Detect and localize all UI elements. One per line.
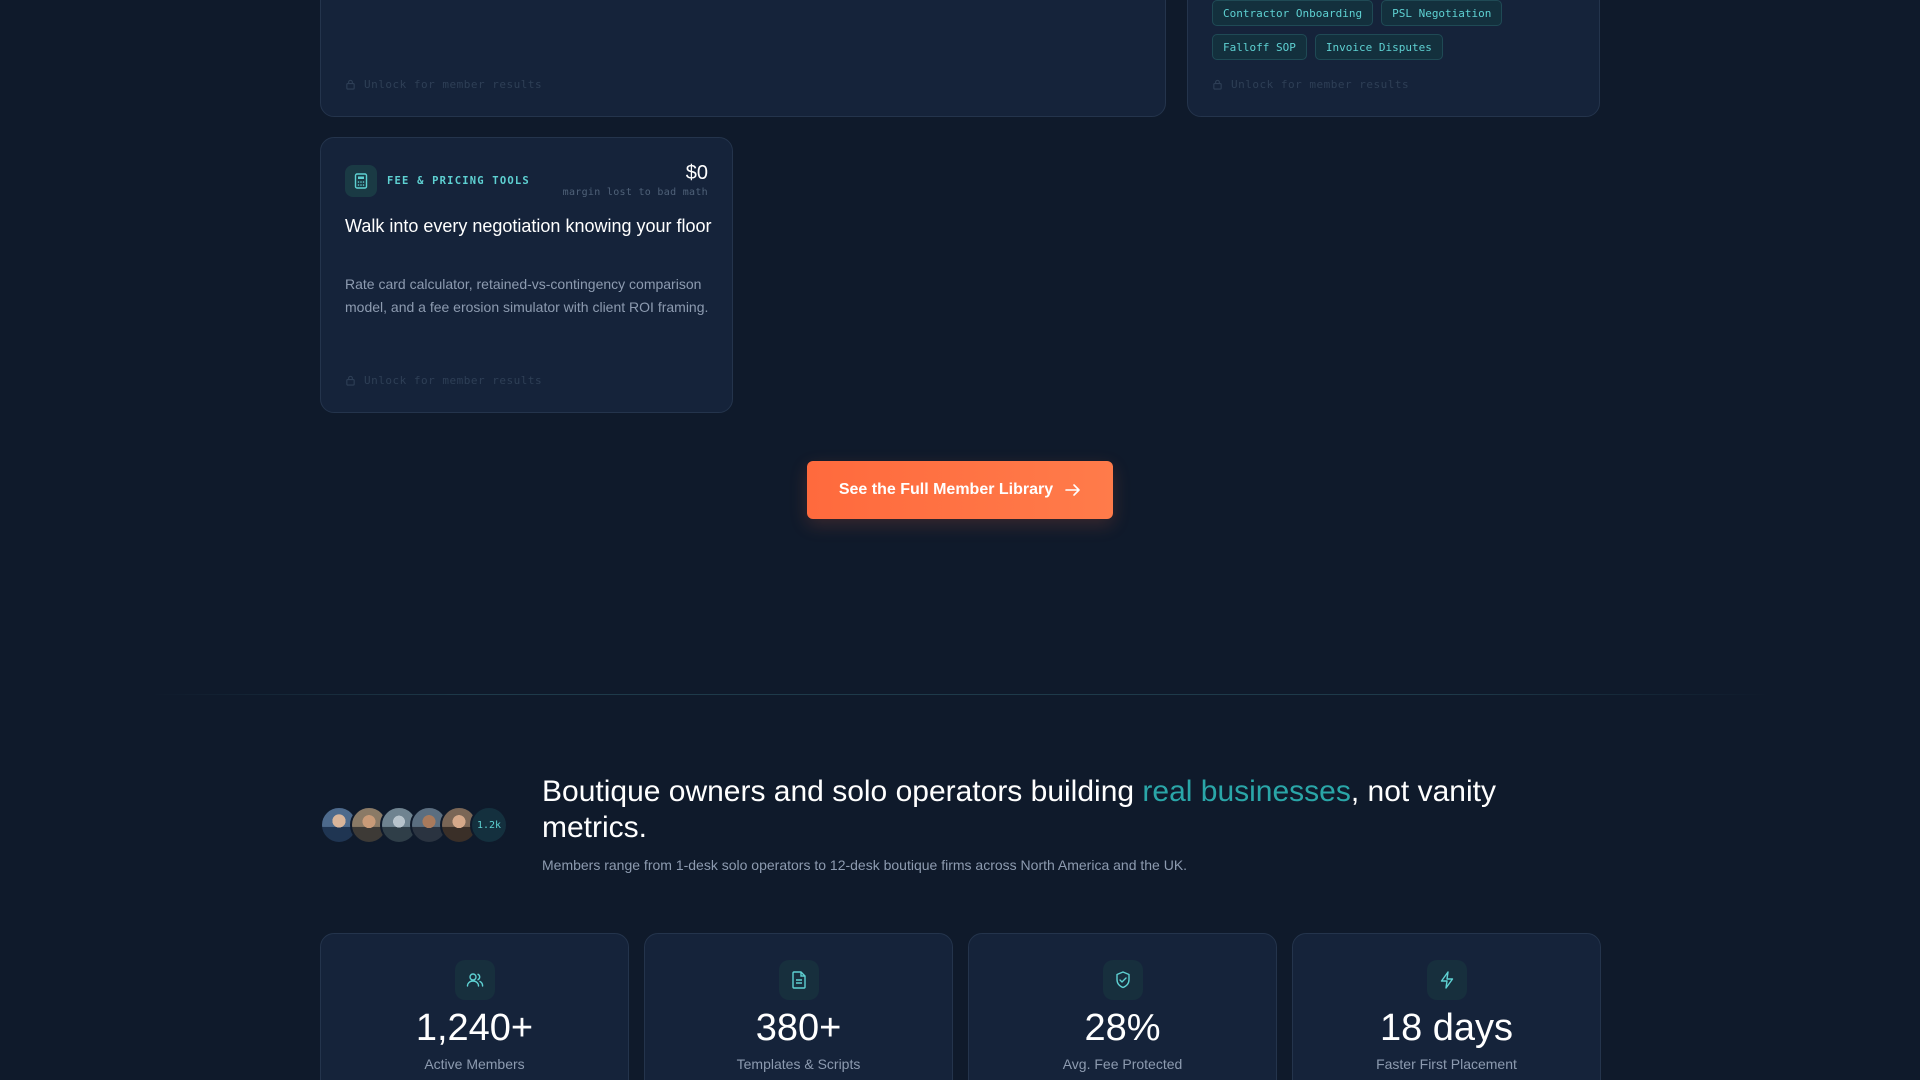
chip-invoice-disputes[interactable]: Invoice Disputes [1314,34,1443,60]
shield-check-icon [1102,960,1143,1000]
arrow-right-icon [1065,484,1080,496]
stat-value: 380+ [755,1007,842,1049]
card-category-label: FEE & PRICING TOOLS [387,175,530,187]
stat-value: 28% [1084,1007,1161,1049]
stat-label: Avg. Fee Protected [1062,1056,1183,1072]
document-icon [778,960,819,1000]
stat-label: Active Members [424,1056,525,1072]
member-count-badge: 1.2k [470,806,508,844]
card-category: FEE & PRICING TOOLS [345,165,530,197]
see-full-library-button[interactable]: See the Full Member Library [807,461,1113,519]
lightning-icon [1426,960,1467,1000]
tool-card-top-left: Unlock for member results [320,0,1166,117]
community-headline: Boutique owners and solo operators build… [542,774,1542,846]
cta-label: See the Full Member Library [838,481,1054,498]
member-avatar-stack: 1.2k [320,806,508,844]
lock-icon [346,79,355,90]
chip-contractor-onboarding[interactable]: Contractor Onboarding [1212,0,1374,26]
card-description: Rate card calculator, retained-vs-contin… [345,276,709,315]
stat-card-templates: 380+ Templates & Scripts [644,933,953,1080]
locked-results-row: Unlock for member results [345,78,542,91]
chip-falloff-sop[interactable]: Falloff SOP [1212,34,1307,60]
headline-text-before: Boutique owners and solo operators build… [542,775,1143,808]
card-title: Walk into every negotiation knowing your… [345,216,712,236]
locked-results-row: Unlock for member results [1212,78,1409,91]
card-stat-value: $0 [685,162,708,184]
tool-card-top-right: Contractor Onboarding PSL Negotiation Fa… [1187,0,1600,117]
chip-psl-negotiation[interactable]: PSL Negotiation [1381,0,1503,26]
stat-card-active-members: 1,240+ Active Members [320,933,629,1080]
lock-icon [346,375,355,386]
tag-chips: Contractor Onboarding PSL Negotiation Fa… [1212,0,1592,60]
stat-label: Faster First Placement [1376,1056,1517,1072]
calculator-icon [345,165,377,197]
headline-accent: real businesses [1142,775,1351,808]
locked-results-text: Unlock for member results [364,78,543,91]
locked-results-text: Unlock for member results [1231,78,1410,91]
stat-value: 1,240+ [415,1007,534,1049]
community-subline: Members range from 1-desk solo operators… [542,857,1188,873]
stat-card-fee-protected: 28% Avg. Fee Protected [968,933,1277,1080]
lock-icon [1213,79,1222,90]
users-icon [454,960,495,1000]
section-divider [150,694,1770,695]
locked-results-row: Unlock for member results [345,374,542,387]
stat-label: Templates & Scripts [736,1056,861,1072]
card-stat: $0 margin lost to bad math [563,162,708,198]
card-stat-caption: margin lost to bad math [562,187,708,198]
stat-card-first-placement: 18 days Faster First Placement [1292,933,1601,1080]
stat-value: 18 days [1379,1007,1514,1049]
fee-pricing-tools-card[interactable]: FEE & PRICING TOOLS $0 margin lost to ba… [320,137,733,413]
locked-results-text: Unlock for member results [364,374,543,387]
